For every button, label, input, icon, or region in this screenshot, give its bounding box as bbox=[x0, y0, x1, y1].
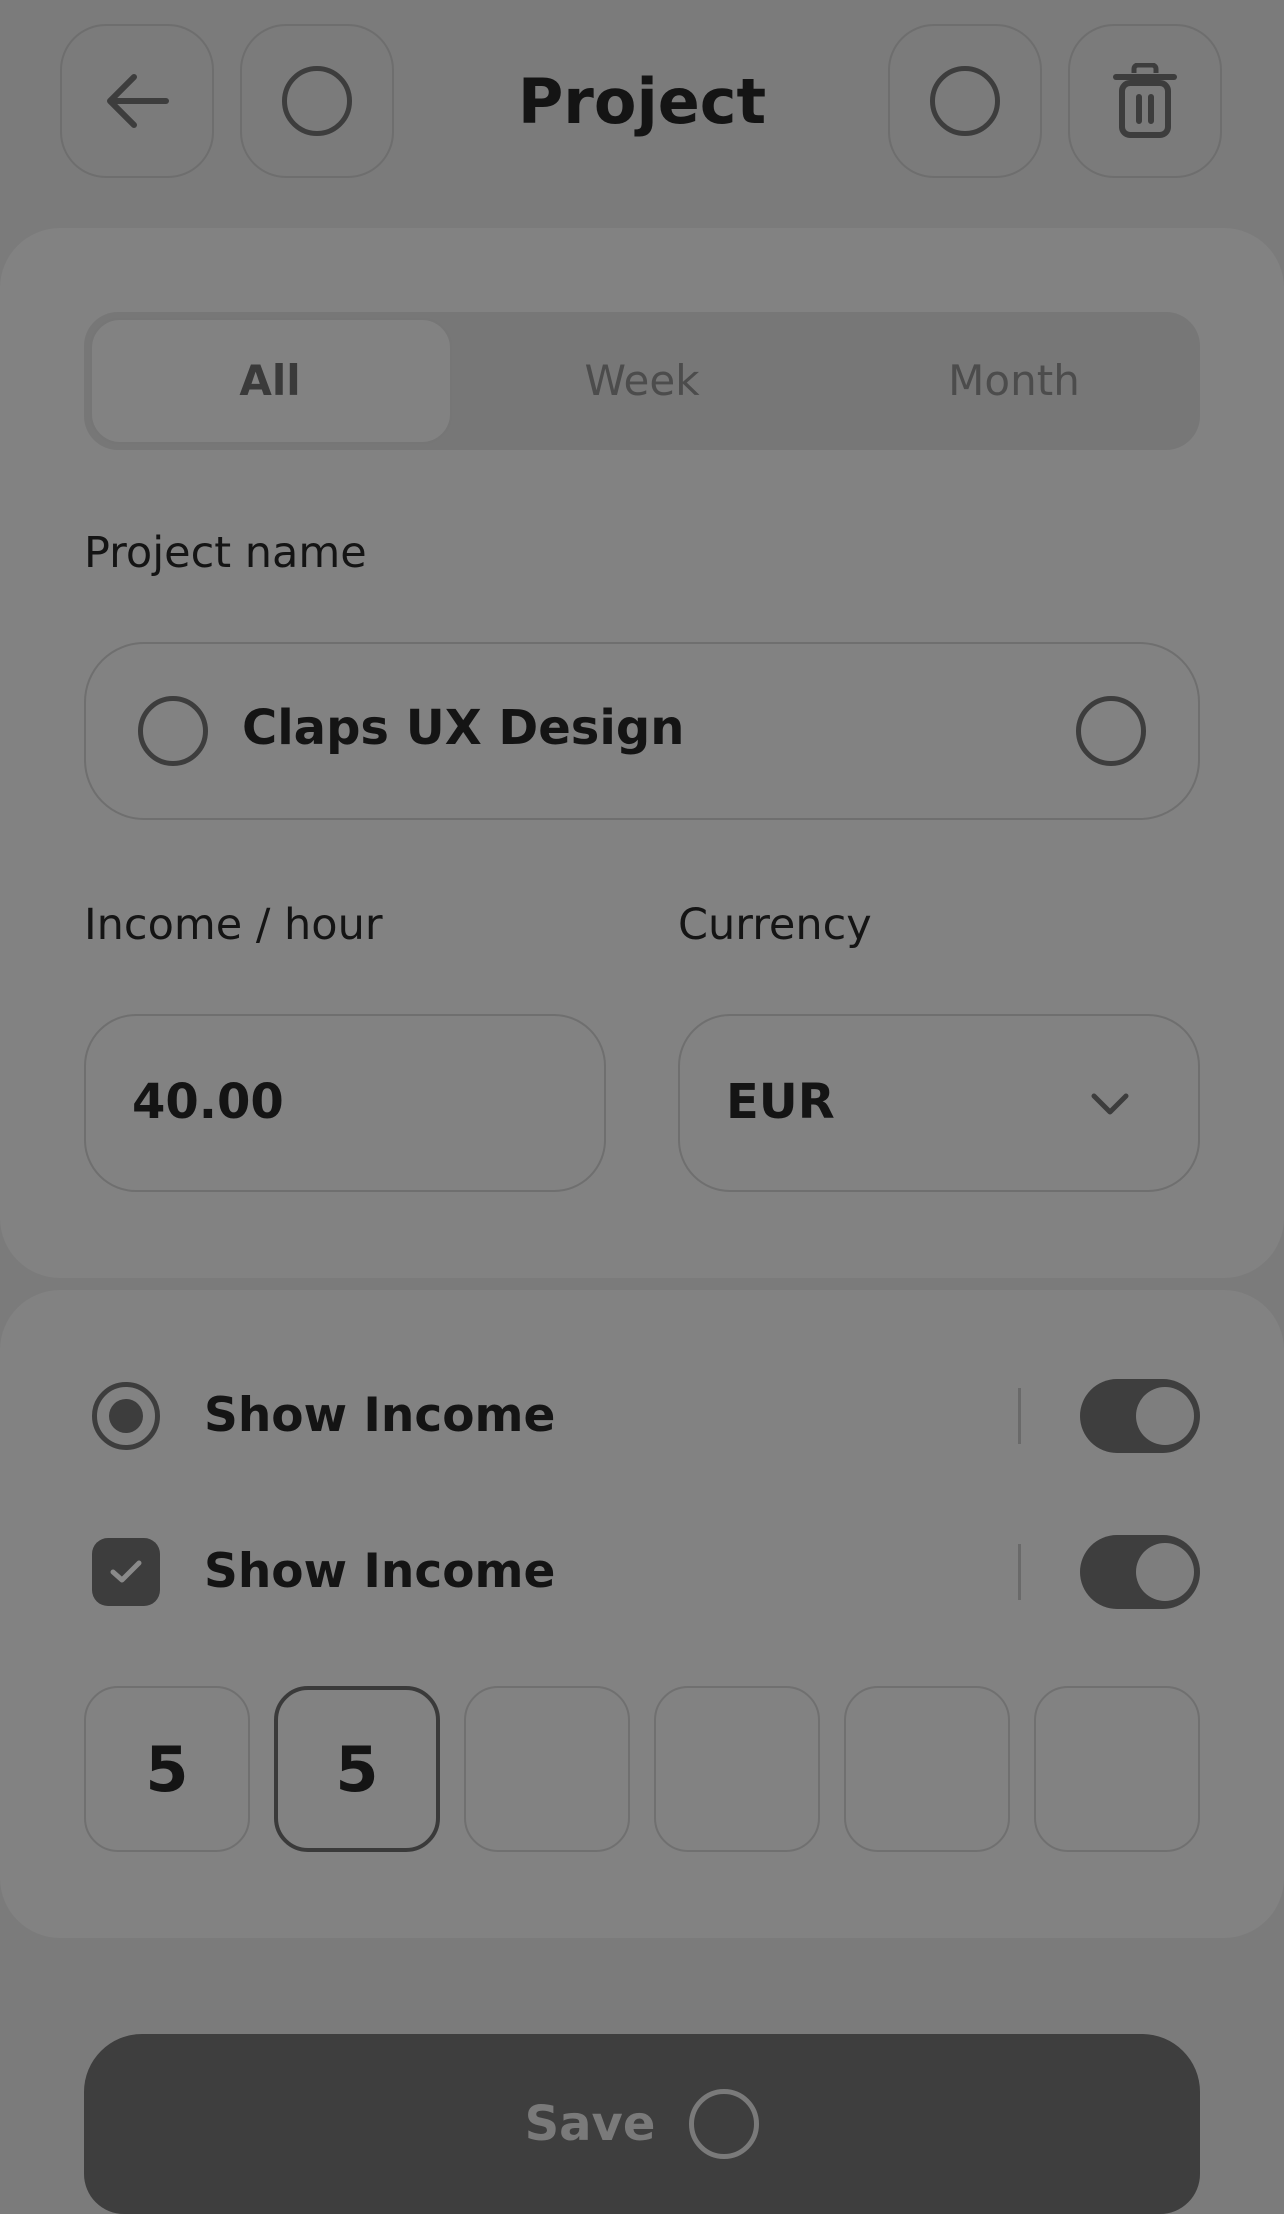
show-income-toggle[interactable] bbox=[1080, 1379, 1200, 1453]
currency-value: EUR bbox=[726, 1074, 835, 1130]
tab-month[interactable]: Month bbox=[828, 312, 1200, 450]
income-label: Income / hour bbox=[84, 900, 383, 950]
show-income-label: Show Income bbox=[204, 1388, 556, 1443]
show-income-label: Show Income bbox=[204, 1544, 556, 1599]
currency-label: Currency bbox=[678, 900, 872, 950]
project-name-label: Project name bbox=[84, 528, 367, 578]
divider bbox=[1018, 1388, 1021, 1444]
trash-icon bbox=[1113, 63, 1177, 138]
circle-icon bbox=[689, 2089, 760, 2159]
chevron-down-icon bbox=[1091, 1093, 1129, 1115]
toggle-knob bbox=[1136, 1543, 1194, 1601]
otp-digit-6[interactable] bbox=[1034, 1686, 1200, 1852]
divider bbox=[1018, 1544, 1021, 1600]
toggle-knob bbox=[1136, 1387, 1194, 1445]
otp-digit-1[interactable]: 5 bbox=[84, 1686, 250, 1852]
project-name-field[interactable]: Claps UX Design bbox=[84, 642, 1200, 820]
currency-select[interactable]: EUR bbox=[678, 1014, 1200, 1192]
circle-icon bbox=[138, 696, 208, 766]
project-name-value: Claps UX Design bbox=[242, 700, 685, 756]
save-label: Save bbox=[524, 2096, 656, 2152]
checkbox[interactable] bbox=[92, 1538, 160, 1606]
radio-button[interactable] bbox=[92, 1382, 160, 1450]
tab-week[interactable]: Week bbox=[456, 312, 828, 450]
circle-icon[interactable] bbox=[1076, 696, 1146, 766]
otp-digit-2[interactable]: 5 bbox=[274, 1686, 440, 1852]
delete-button[interactable] bbox=[1068, 24, 1222, 178]
save-button[interactable]: Save bbox=[84, 2034, 1200, 2214]
check-icon bbox=[110, 1560, 142, 1583]
tab-all[interactable]: All bbox=[84, 312, 456, 450]
income-input[interactable]: 40.00 bbox=[84, 1014, 606, 1192]
income-value: 40.00 bbox=[132, 1074, 284, 1130]
show-income-toggle[interactable] bbox=[1080, 1535, 1200, 1609]
circle-icon bbox=[930, 66, 1000, 136]
otp-digit-3[interactable] bbox=[464, 1686, 630, 1852]
radio-dot bbox=[109, 1399, 143, 1433]
otp-digit-4[interactable] bbox=[654, 1686, 820, 1852]
otp-digit-5[interactable] bbox=[844, 1686, 1010, 1852]
header-action-button-right[interactable] bbox=[888, 24, 1042, 178]
period-tabs: All Week Month bbox=[84, 312, 1200, 450]
